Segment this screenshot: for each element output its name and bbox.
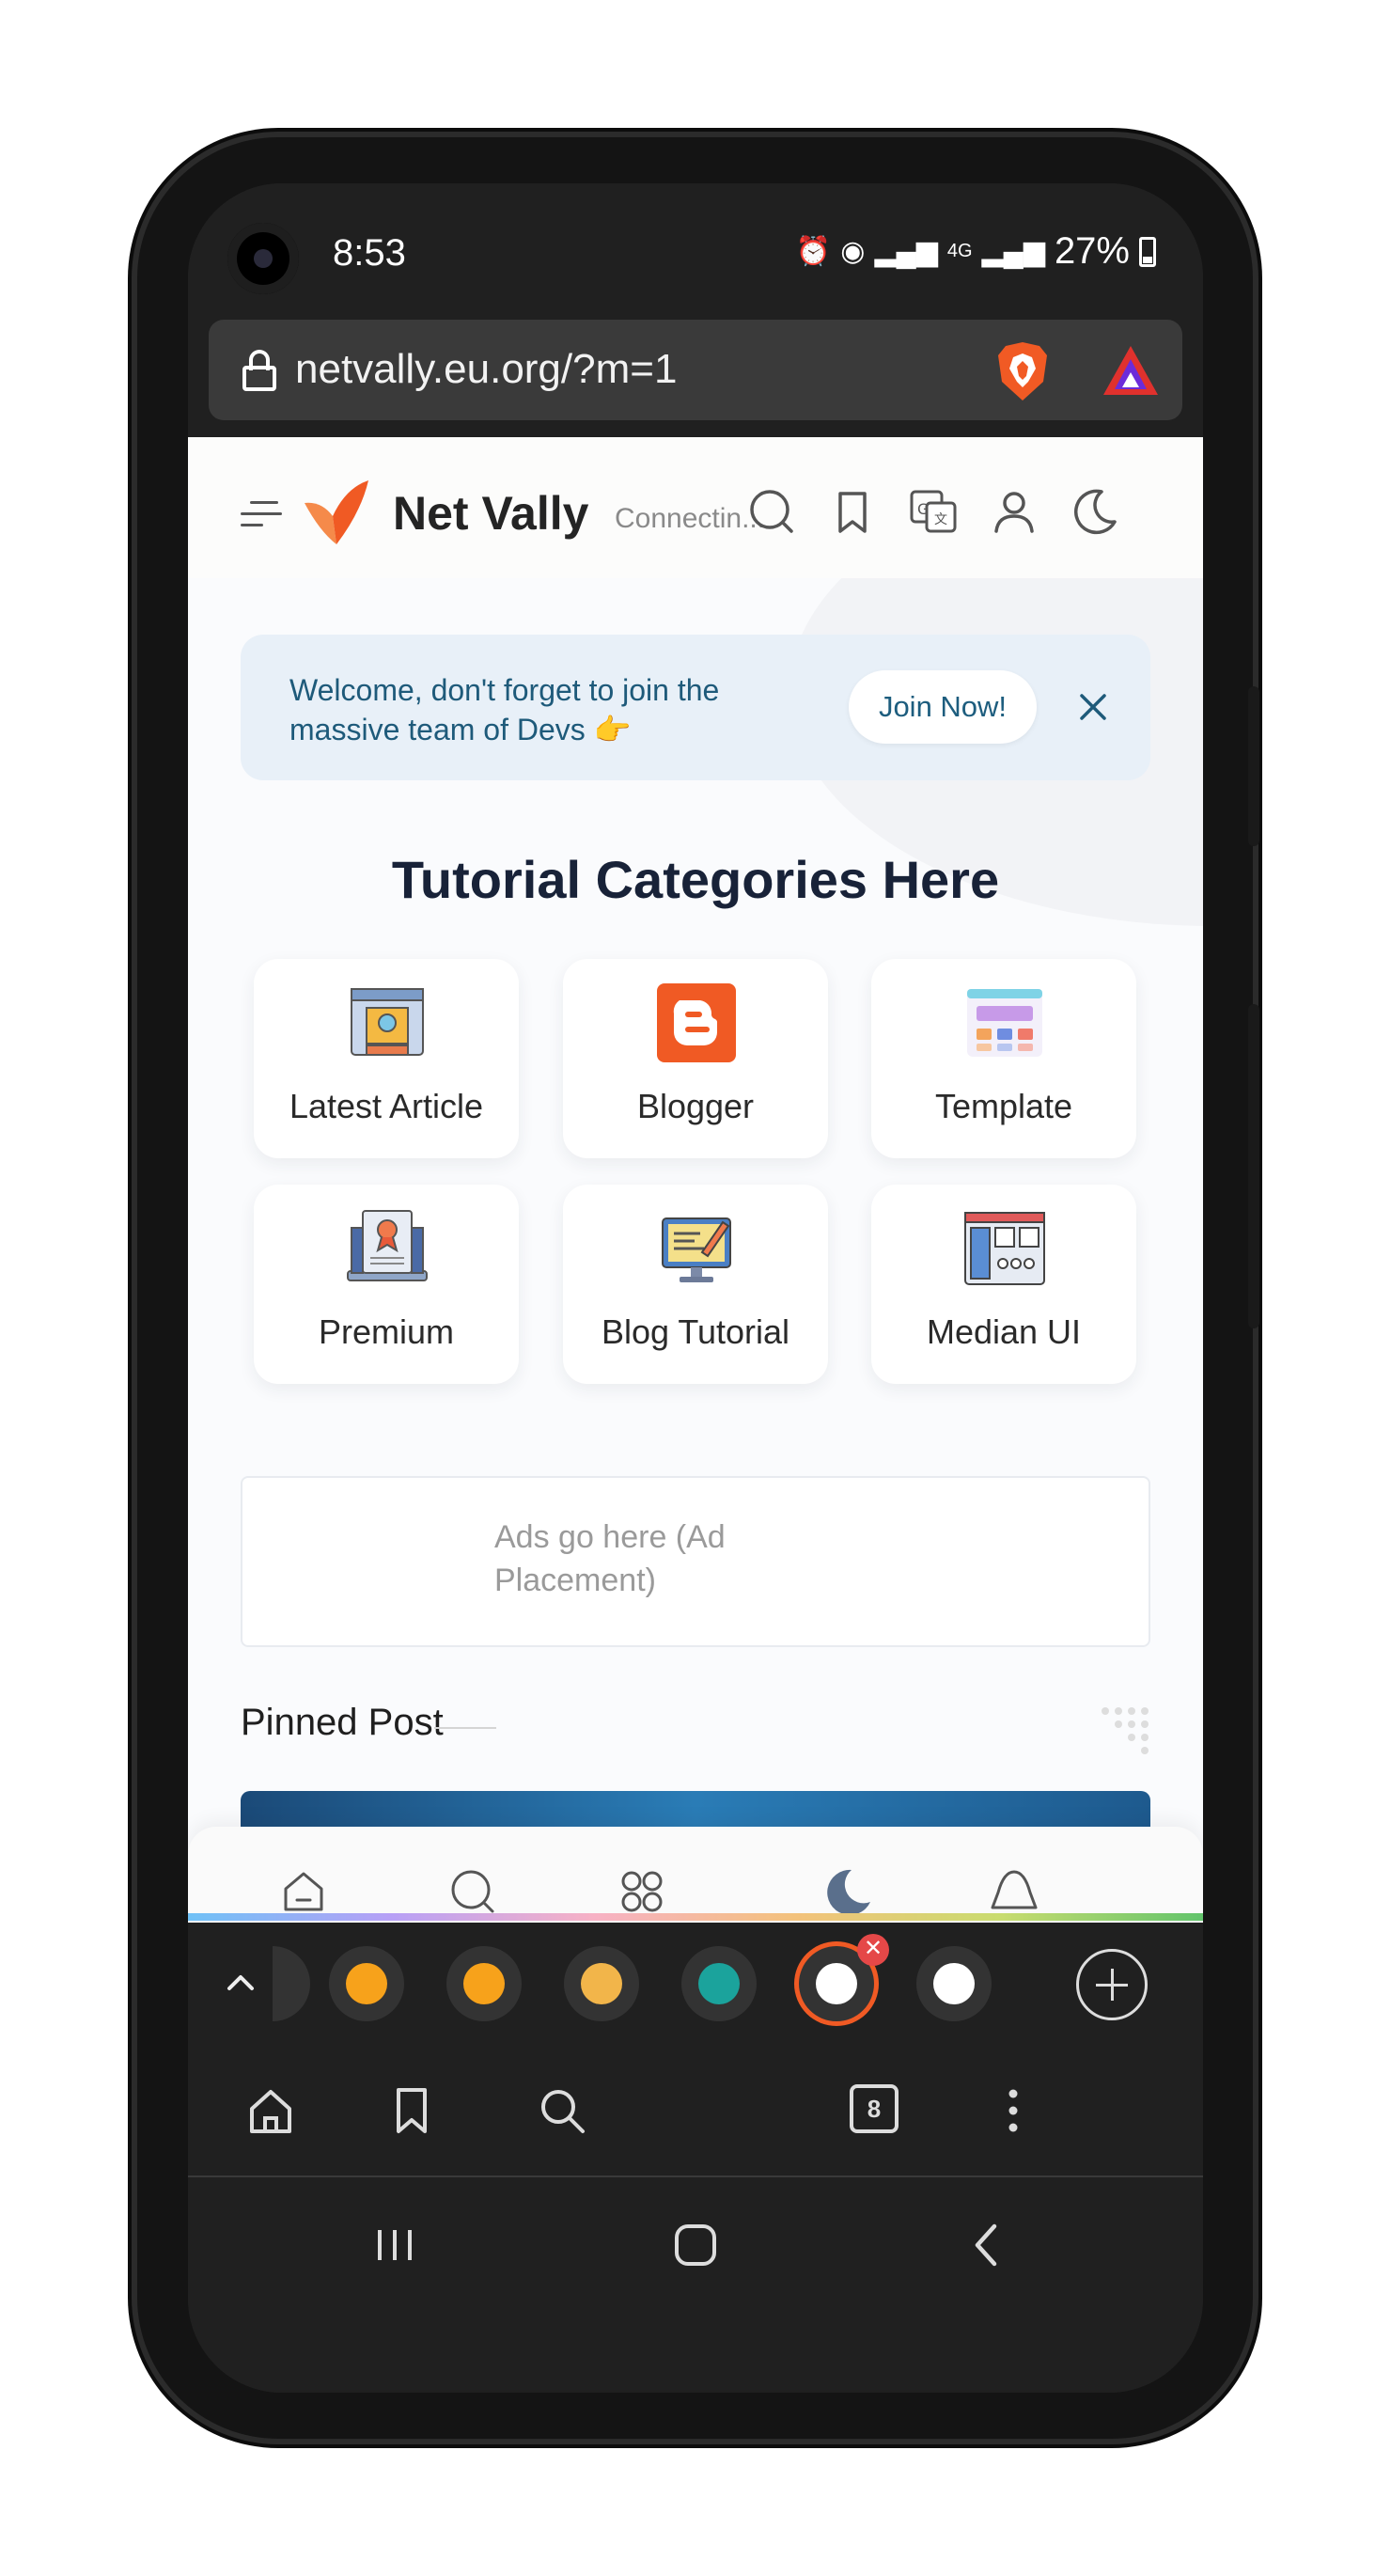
search-icon[interactable] <box>744 484 799 539</box>
menu-icon[interactable] <box>241 501 282 527</box>
dots-grid-icon <box>1102 1707 1149 1754</box>
brand-tagline: Connectin... <box>615 503 765 534</box>
blogger-tab-icon <box>463 1963 505 2004</box>
site-header: Net Vally Connectin... G 文 <box>188 437 1203 578</box>
ad-placeholder-text: Ads go here (Ad Placement) <box>494 1519 726 1598</box>
browser-address-area: netvally.eu.org/?m=1 <box>188 320 1203 437</box>
close-icon[interactable] <box>1072 686 1114 728</box>
back-icon[interactable] <box>959 2217 1015 2273</box>
ad-placement: Ads go here (Ad Placement) <box>241 1476 1150 1647</box>
blogger-tab-icon <box>346 1963 387 2004</box>
profile-tab-icon <box>698 1963 740 2004</box>
category-card-template[interactable]: Template <box>871 959 1136 1158</box>
pinned-post-heading: Pinned Post <box>241 1702 444 1743</box>
apps-nav-icon[interactable] <box>615 1864 669 1919</box>
web-content: Net Vally Connectin... G 文 Welcome, don'… <box>188 437 1203 1923</box>
alarm-icon: ⏰ <box>795 236 832 267</box>
network-type-icon: 4G <box>946 241 973 261</box>
blog-tutorial-icon <box>662 1217 731 1282</box>
category-label: Premium <box>318 1312 455 1351</box>
category-label: Median UI <box>926 1312 1082 1351</box>
status-time: 8:53 <box>333 232 406 274</box>
article-icon <box>351 988 424 1056</box>
tab-thumbnail[interactable] <box>916 1946 992 2021</box>
home-nav-icon[interactable] <box>276 1864 331 1919</box>
lock-icon[interactable] <box>242 350 276 391</box>
category-card-blogger[interactable]: Blogger <box>563 959 828 1158</box>
tab-thumbnail[interactable] <box>273 1946 310 2021</box>
site-bottom-nav <box>188 1827 1203 1923</box>
translate-icon[interactable]: G 文 <box>906 484 961 539</box>
join-now-button[interactable]: Join Now! <box>849 670 1037 744</box>
category-label: Latest Article <box>289 1087 484 1125</box>
home-button-icon[interactable] <box>667 2217 724 2273</box>
pinned-post-image[interactable] <box>241 1791 1150 1829</box>
blogger-icon <box>657 983 736 1062</box>
category-label: Template <box>934 1087 1073 1125</box>
close-tab-icon[interactable]: ✕ <box>857 1934 889 1966</box>
netvally-tab-icon <box>816 1963 857 2004</box>
notification-nav-icon[interactable] <box>987 1864 1041 1919</box>
tab-strip: ✕ <box>188 1923 1203 2041</box>
banner-text: Welcome, don't forget to join the massiv… <box>289 673 720 746</box>
more-options-icon[interactable] <box>987 2084 1039 2137</box>
tab-thumbnail[interactable] <box>564 1946 639 2021</box>
bookmark-icon[interactable] <box>385 2084 438 2137</box>
search-icon[interactable] <box>536 2084 588 2137</box>
premium-icon <box>347 1210 428 1281</box>
category-card-premium[interactable]: Premium <box>254 1185 519 1384</box>
template-icon <box>967 989 1042 1057</box>
battery-percent: 27% <box>1054 230 1130 272</box>
heading-divider <box>434 1727 496 1729</box>
brave-shields-icon[interactable] <box>994 340 1051 402</box>
chevron-up-icon[interactable] <box>218 1960 263 2005</box>
status-bar: 8:53 ⏰ ◉ ▂▄▆ 4G ▂▄▆ 27% <box>188 183 1203 320</box>
user-icon[interactable] <box>987 484 1041 539</box>
category-card-latest-article[interactable]: Latest Article <box>254 959 519 1158</box>
power-button <box>1248 1004 1259 1328</box>
search-nav-icon[interactable] <box>445 1864 500 1919</box>
volume-button <box>1248 686 1259 846</box>
battery-icon <box>1139 236 1156 267</box>
brave-rewards-icon[interactable] <box>1102 344 1160 397</box>
category-card-blog-tutorial[interactable]: Blog Tutorial <box>563 1185 828 1384</box>
brand-name[interactable]: Net Vally <box>393 486 588 541</box>
front-camera <box>227 223 299 294</box>
browser-toolbar: 8 <box>188 2041 1203 2177</box>
address-bar[interactable]: netvally.eu.org/?m=1 <box>209 320 1182 420</box>
bookmark-icon[interactable] <box>825 484 880 539</box>
system-navigation-bar <box>188 2177 1203 2393</box>
tab-thumbnail[interactable] <box>329 1946 404 2021</box>
svg-text:G: G <box>917 500 929 518</box>
wc-tab-icon <box>581 1963 622 2004</box>
rainbow-accent-bar <box>188 1913 1203 1921</box>
category-label: Blogger <box>636 1087 755 1125</box>
section-title: Tutorial Categories Here <box>391 850 1000 909</box>
dark-mode-nav-icon[interactable] <box>820 1864 874 1919</box>
logo-icon[interactable] <box>299 475 374 550</box>
svg-text:文: 文 <box>934 512 947 527</box>
phone-screen: 8:53 ⏰ ◉ ▂▄▆ 4G ▂▄▆ 27% netvally.eu.org/… <box>188 183 1203 2393</box>
signal-icon-2: ▂▄▆ <box>981 236 1045 267</box>
status-icons: ⏰ ◉ ▂▄▆ 4G ▂▄▆ 27% <box>796 230 1156 273</box>
url-text[interactable]: netvally.eu.org/?m=1 <box>295 346 677 393</box>
recent-apps-icon[interactable] <box>367 2217 423 2273</box>
home-icon[interactable] <box>244 2084 297 2137</box>
tab-count-button[interactable]: 8 <box>850 2084 899 2133</box>
median-ui-icon <box>964 1212 1045 1285</box>
dark-mode-icon[interactable] <box>1068 484 1122 539</box>
hotspot-icon: ◉ <box>840 236 866 267</box>
tab-thumbnail[interactable] <box>446 1946 522 2021</box>
category-label: Blog Tutorial <box>601 1312 790 1351</box>
signal-icon: ▂▄▆ <box>874 236 938 267</box>
welcome-banner: Welcome, don't forget to join the massiv… <box>241 635 1150 780</box>
new-tab-button[interactable] <box>1076 1949 1148 2020</box>
tab-thumbnail[interactable] <box>681 1946 757 2021</box>
google-tab-icon <box>933 1963 975 2004</box>
category-card-median-ui[interactable]: Median UI <box>871 1185 1136 1384</box>
